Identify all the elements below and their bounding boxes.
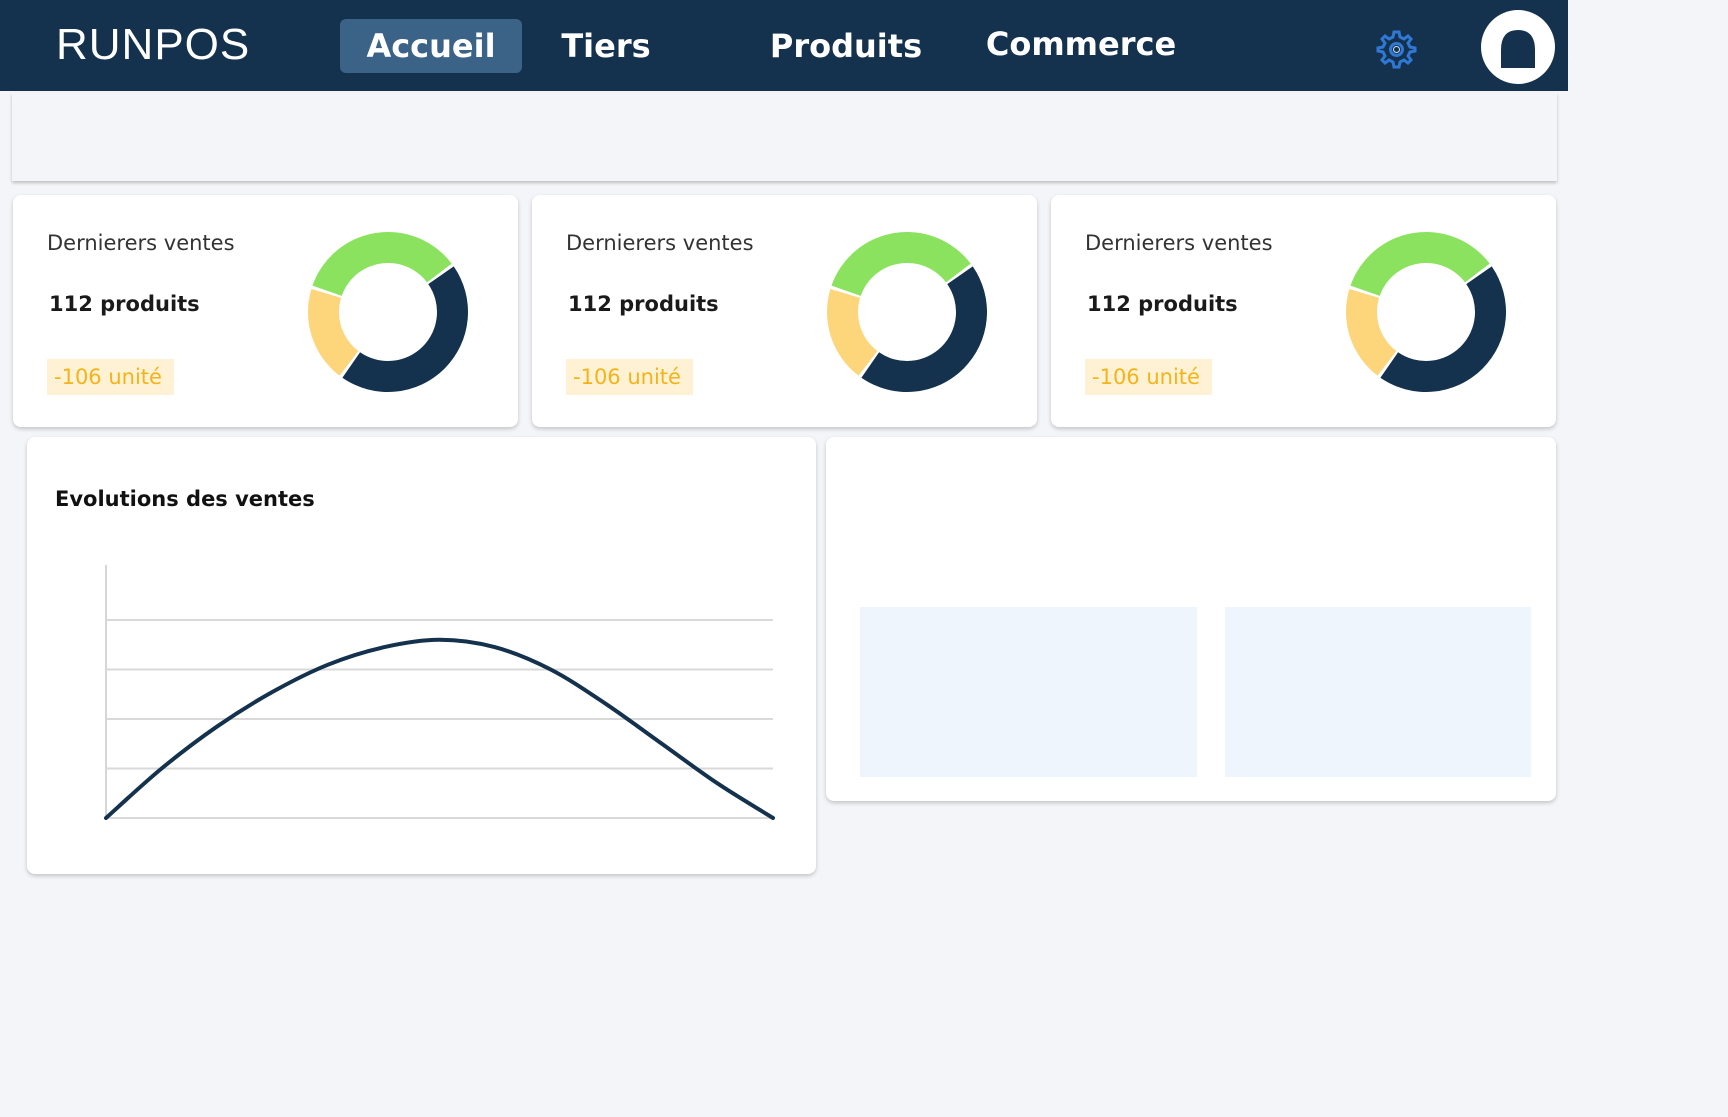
stat-card-delta-badge: -106 unité [47, 359, 174, 395]
donut-chart [827, 231, 987, 392]
user-avatar-icon [1501, 30, 1535, 68]
donut-slice-2 [342, 266, 468, 392]
stat-card-delta-badge: -106 unité [1085, 359, 1212, 395]
brand-logo[interactable]: RUNPOS [56, 20, 250, 70]
stat-card-value: 112 produits [568, 292, 719, 316]
nav-tab-tiers[interactable]: Tiers [540, 19, 672, 73]
donut-chart [1346, 231, 1506, 392]
stat-card-delta-badge: -106 unité [566, 359, 693, 395]
stat-card-value: 112 produits [1087, 292, 1238, 316]
donut-slice-3 [1346, 288, 1397, 376]
stat-card-2: Dernierers ventes 112 produits -106 unit… [532, 195, 1037, 427]
gear-icon[interactable] [1375, 28, 1417, 70]
stat-card-1: Dernierers ventes 112 produits -106 unit… [13, 195, 518, 427]
top-navbar: RUNPOS Accueil Tiers Produits Commerce [0, 0, 1568, 91]
donut-slice-2 [861, 266, 987, 392]
series-line-1 [104, 637, 775, 820]
donut-slice-3 [308, 288, 359, 376]
line-chart [104, 565, 775, 820]
sales-evolution-card: Evolutions des ventes [27, 437, 816, 874]
stat-card-title: Dernierers ventes [1085, 231, 1273, 255]
placeholder-block-right [1225, 607, 1531, 777]
donut-chart [308, 231, 468, 392]
placeholder-block-left [860, 607, 1197, 777]
donut-slice-2 [1380, 266, 1506, 392]
secondary-panel [826, 437, 1556, 801]
stat-card-title: Dernierers ventes [566, 231, 754, 255]
filter-bar [12, 93, 1557, 181]
stat-card-value: 112 produits [49, 292, 200, 316]
user-avatar[interactable] [1481, 10, 1555, 84]
stat-card-3: Dernierers ventes 112 produits -106 unit… [1051, 195, 1556, 427]
donut-slice-3 [827, 288, 878, 376]
nav-tab-produits[interactable]: Produits [762, 19, 930, 73]
stat-card-title: Dernierers ventes [47, 231, 235, 255]
nav-tab-accueil[interactable]: Accueil [340, 19, 522, 73]
nav-tab-commerce[interactable]: Commerce [982, 17, 1180, 71]
